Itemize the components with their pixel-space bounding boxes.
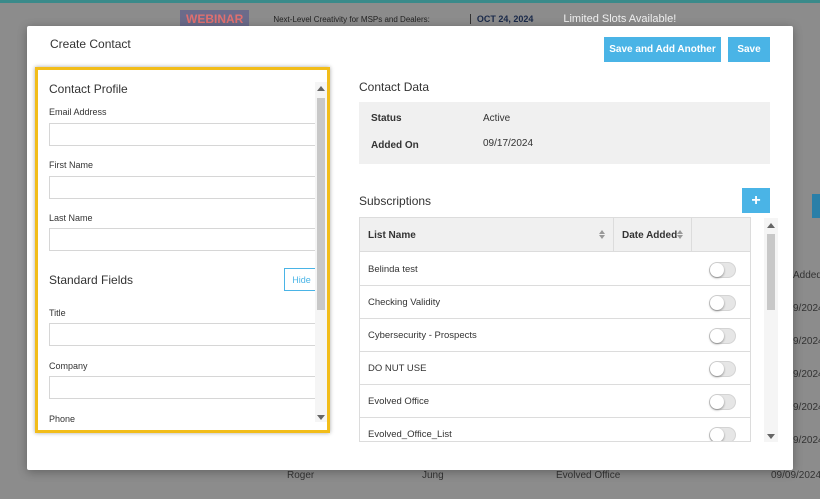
- background-edge-button: [812, 194, 820, 218]
- table-row: Cybersecurity - Prospects: [360, 319, 750, 352]
- create-contact-modal: Create Contact Save and Add Another Save…: [27, 26, 793, 470]
- background-row-first-name: Roger: [287, 470, 315, 481]
- background-row-company: Evolved Office: [556, 470, 621, 481]
- hide-standard-fields-button[interactable]: Hide: [284, 268, 319, 291]
- list-name: Evolved_Office_List: [368, 429, 452, 440]
- title-field[interactable]: [49, 323, 319, 346]
- last-name-field[interactable]: [49, 228, 319, 251]
- scroll-down-icon[interactable]: [317, 415, 325, 420]
- toggle-knob: [710, 296, 724, 310]
- save-button[interactable]: Save: [728, 37, 770, 62]
- list-name: Checking Validity: [368, 297, 441, 308]
- background-top-accent: [0, 0, 820, 3]
- last-name-label: Last Name: [49, 213, 93, 223]
- scrollbar-thumb[interactable]: [767, 234, 775, 310]
- phone-label: Phone: [49, 414, 76, 424]
- contact-profile-panel: Contact Profile Email Address First Name…: [35, 67, 330, 433]
- list-name: Belinda test: [368, 264, 418, 275]
- subscriptions-table-header: List Name Date Added: [360, 218, 751, 252]
- subscription-toggle[interactable]: [709, 295, 736, 311]
- subscriptions-title: Subscriptions: [359, 194, 432, 208]
- contact-data-box: Status Active Added On 09/17/2024: [359, 102, 770, 164]
- column-header-list-name[interactable]: List Name: [368, 218, 604, 252]
- title-label: Title: [49, 308, 66, 318]
- column-divider: [750, 218, 751, 252]
- email-field[interactable]: [49, 123, 319, 146]
- webinar-description: Next-Level Creativity for MSPs and Deale…: [273, 14, 430, 24]
- scrollbar-thumb[interactable]: [317, 98, 325, 310]
- sort-icon[interactable]: [677, 230, 683, 239]
- standard-fields-title: Standard Fields: [49, 273, 134, 287]
- toggle-knob: [710, 395, 724, 409]
- toggle-knob: [710, 329, 724, 343]
- contact-data-title: Contact Data: [359, 80, 430, 94]
- modal-title: Create Contact: [50, 37, 131, 51]
- list-name: Cybersecurity - Prospects: [368, 330, 477, 341]
- contact-profile-title: Contact Profile: [49, 82, 128, 96]
- subscription-toggle[interactable]: [709, 394, 736, 410]
- subscription-toggle[interactable]: [709, 262, 736, 278]
- company-field[interactable]: [49, 376, 319, 399]
- background-row-date: 9/2024: [793, 369, 820, 380]
- profile-scrollbar[interactable]: [315, 82, 327, 422]
- added-on-value: 09/17/2024: [483, 138, 534, 149]
- email-label: Email Address: [49, 107, 107, 117]
- company-label: Company: [49, 361, 88, 371]
- background-row-date: 9/2024: [793, 435, 820, 446]
- save-and-add-another-button[interactable]: Save and Add Another: [604, 37, 721, 62]
- subscription-toggle[interactable]: [709, 328, 736, 344]
- first-name-label: First Name: [49, 160, 94, 170]
- column-divider: [691, 218, 692, 252]
- background-row-date: 9/2024: [793, 303, 820, 314]
- background-row-last-name: Jung: [422, 470, 444, 481]
- added-on-label: Added On: [371, 140, 419, 151]
- background-row-date: 9/2024: [793, 336, 820, 347]
- list-name: Evolved Office: [368, 396, 430, 407]
- table-row: Evolved_Office_List: [360, 418, 750, 441]
- subscriptions-scrollbar[interactable]: [764, 218, 778, 442]
- toggle-knob: [710, 428, 724, 441]
- scroll-up-icon[interactable]: [317, 86, 325, 91]
- contact-profile-content: Contact Profile Email Address First Name…: [38, 70, 319, 430]
- sort-icon[interactable]: [599, 230, 605, 239]
- status-value: Active: [483, 113, 511, 124]
- toggle-knob: [710, 362, 724, 376]
- first-name-field[interactable]: [49, 176, 319, 199]
- scroll-down-icon[interactable]: [767, 434, 775, 439]
- background-row-date: 09/09/2024: [771, 470, 820, 481]
- table-row: DO NUT USE: [360, 352, 750, 385]
- toggle-knob: [710, 263, 724, 277]
- column-header-list-name-label: List Name: [368, 229, 416, 241]
- subscription-toggle[interactable]: [709, 361, 736, 377]
- scroll-up-icon[interactable]: [767, 223, 775, 228]
- table-row: Evolved Office: [360, 385, 750, 418]
- table-row: Belinda test: [360, 253, 750, 286]
- background-row-date: 9/2024: [793, 402, 820, 413]
- webinar-date: OCT 24, 2024: [469, 14, 533, 24]
- list-name: DO NUT USE: [368, 363, 427, 374]
- add-subscription-button[interactable]: +: [742, 188, 770, 213]
- webinar-slots: Limited Slots Available!: [563, 13, 677, 25]
- column-divider: [613, 218, 614, 252]
- table-row: Checking Validity: [360, 286, 750, 319]
- column-header-date-added-label: Date Added: [622, 229, 678, 241]
- subscription-toggle[interactable]: [709, 427, 736, 441]
- background-col-header-added: Added: [793, 270, 820, 281]
- subscriptions-table: List Name Date Added Belinda test Checki…: [359, 217, 751, 442]
- status-label: Status: [371, 113, 402, 124]
